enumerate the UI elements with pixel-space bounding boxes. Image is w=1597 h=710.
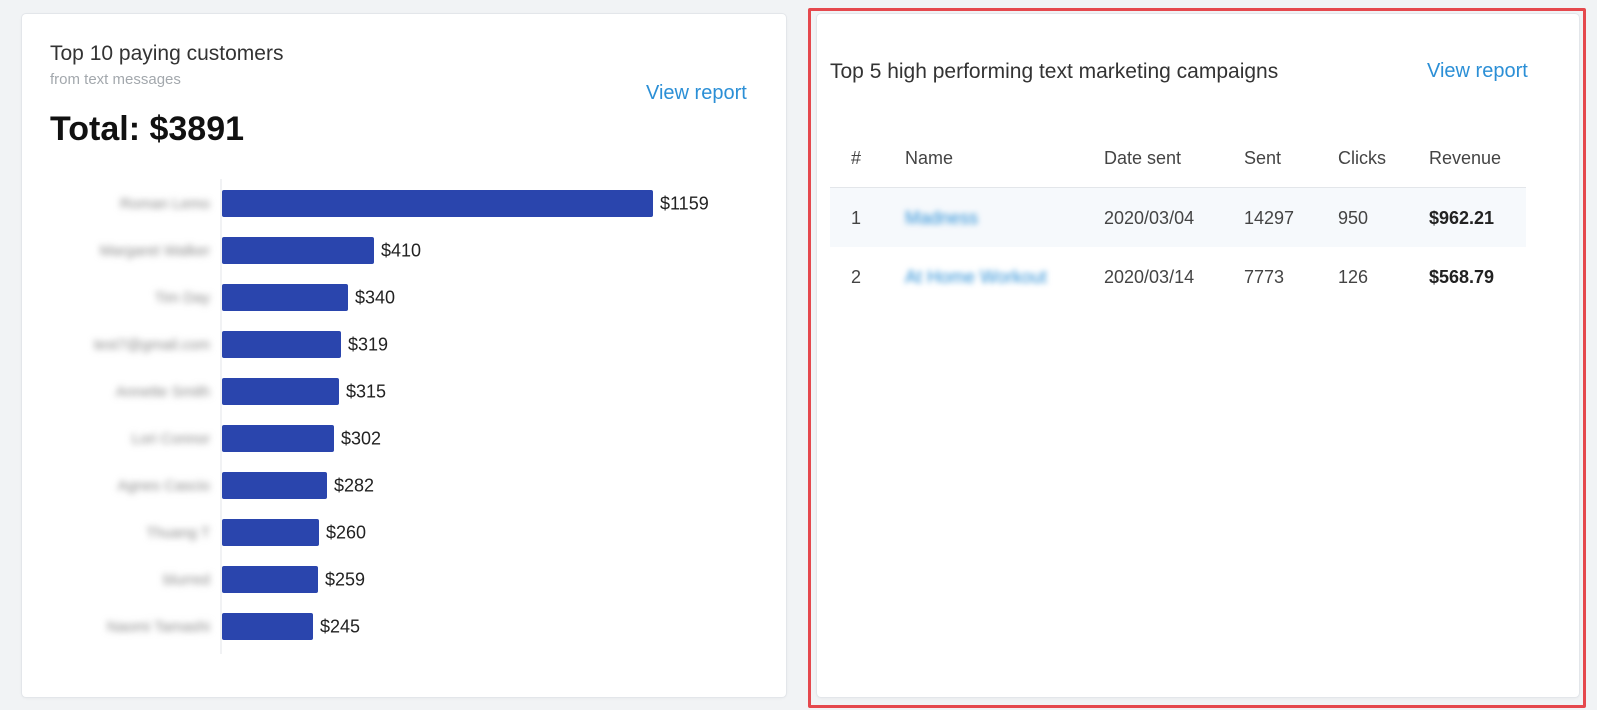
bar-value-label: $282 [334, 476, 374, 496]
chart-bar[interactable] [222, 190, 653, 217]
chart-bar[interactable] [222, 613, 313, 640]
view-report-link[interactable]: View report [1427, 60, 1528, 83]
bar-value-label: $245 [320, 617, 360, 637]
clicks-count: 950 [1338, 208, 1369, 228]
bar-value-label: $319 [348, 335, 388, 355]
chart-bar[interactable] [222, 519, 319, 546]
chart-bar[interactable] [222, 237, 374, 264]
row-number: 1 [851, 208, 862, 228]
revenue-value: $962.21 [1429, 208, 1495, 228]
bar-value-label: $302 [341, 429, 381, 449]
bar-value-label: $340 [355, 288, 395, 308]
row-number: 2 [851, 267, 862, 287]
chart-bar[interactable] [222, 566, 318, 593]
bar-value-label: $410 [381, 241, 421, 261]
campaign-link[interactable]: At Home Workout [905, 267, 1047, 288]
column-header-sent[interactable]: Sent [1244, 148, 1281, 169]
revenue-value: $568.79 [1429, 267, 1495, 287]
bar-value-label: $1159 [660, 194, 709, 214]
column-header-revenue[interactable]: Revenue [1429, 148, 1501, 169]
bar-category-label: Roman Lemo [120, 196, 210, 213]
campaign-link[interactable]: Madness [905, 208, 978, 229]
bar-category-label: Tim Day [155, 290, 211, 307]
column-header-date-sent[interactable]: Date sent [1104, 148, 1181, 169]
card-title: Top 5 high performing text marketing cam… [830, 60, 1279, 83]
bar-category-label: test7@gmail.com [94, 337, 210, 354]
chart-bar[interactable] [222, 284, 348, 311]
chart-bar[interactable] [222, 472, 327, 499]
date-sent: 2020/03/04 [1104, 208, 1195, 228]
bar-category-label: Margaret Walker [100, 243, 210, 260]
sent-count: 14297 [1244, 208, 1295, 228]
chart-bar[interactable] [222, 378, 339, 405]
top-campaigns-card: Top 5 high performing text marketing cam… [817, 14, 1579, 697]
clicks-count: 126 [1338, 267, 1369, 287]
column-header-clicks[interactable]: Clicks [1338, 148, 1386, 169]
bar-category-label: Thuang T [146, 525, 210, 542]
bar-value-label: $315 [346, 382, 386, 402]
chart-bar[interactable] [222, 425, 334, 452]
bar-category-label: blurred [163, 572, 210, 589]
column-header-name[interactable]: Name [905, 148, 953, 169]
bar-category-label: Naomi Tamashi [107, 619, 210, 636]
bar-category-label: Annette Smith [116, 384, 210, 401]
date-sent: 2020/03/14 [1104, 267, 1195, 287]
top-customers-card: Top 10 paying customers from text messag… [22, 14, 786, 697]
bar-category-label: Agnes Cascio [117, 478, 210, 495]
customers-bar-chart: $1159 Roman Lemo $410 Margaret Walker $340 Ti… [94, 179, 709, 654]
bar-category-label: Lori Connor [132, 431, 210, 448]
bar-value-label: $260 [326, 523, 366, 543]
bar-value-label: $259 [325, 570, 365, 590]
chart-bar[interactable] [222, 331, 341, 358]
sent-count: 7773 [1244, 267, 1285, 287]
column-header-number: # [851, 148, 862, 168]
